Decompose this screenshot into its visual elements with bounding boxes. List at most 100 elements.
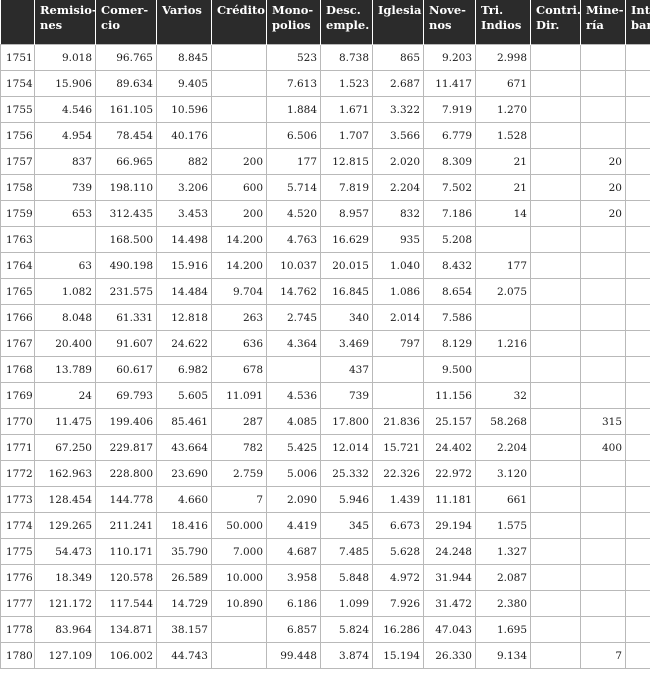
value-cell: 16.286 bbox=[372, 616, 424, 643]
table-row: 1759 653 312.435 3.453 200 4.520 8.957 832 7.186… bbox=[0, 200, 650, 227]
value-cell: 3.120 bbox=[475, 460, 531, 487]
value-cell: 4.536 bbox=[266, 382, 321, 409]
value-cell: 865 bbox=[372, 44, 424, 71]
table-row: 1764 63 490.198 15.916 14.200 10.037 20.015 1.0… bbox=[0, 252, 650, 279]
value-cell bbox=[625, 304, 650, 331]
table-row: 1767 20.400 91.607 24.622 636 4.364 3.469 797 8.… bbox=[0, 330, 650, 357]
value-cell: 1.327 bbox=[475, 538, 531, 565]
value-cell bbox=[580, 590, 626, 617]
value-cell: 1.884 bbox=[266, 96, 321, 123]
value-cell bbox=[530, 616, 581, 643]
value-cell: 2.075 bbox=[475, 278, 531, 305]
value-cell bbox=[475, 226, 531, 253]
value-cell: 229.817 bbox=[95, 434, 157, 461]
value-cell: 739 bbox=[34, 174, 96, 201]
table-row: 1757 837 66.965 882 200 177 12.815 2.020 8.309 21… bbox=[0, 148, 650, 175]
column-header: Contri. Dir. bbox=[530, 0, 581, 45]
value-cell bbox=[211, 122, 267, 149]
value-cell: 2.687 bbox=[372, 70, 424, 97]
value-cell bbox=[475, 356, 531, 383]
value-cell: 13.789 bbox=[34, 356, 96, 383]
value-cell: 177 bbox=[266, 148, 321, 175]
value-cell bbox=[530, 148, 581, 175]
value-cell: 21 bbox=[475, 148, 531, 175]
value-cell: 437 bbox=[320, 356, 373, 383]
value-cell bbox=[625, 96, 650, 123]
year-cell: 1777 bbox=[0, 590, 35, 617]
value-cell: 1.575 bbox=[475, 512, 531, 539]
value-cell: 162.963 bbox=[34, 460, 96, 487]
value-cell bbox=[530, 226, 581, 253]
table-row: 1765 1.082 231.575 14.484 9.704 14.762 16.845 1… bbox=[0, 278, 650, 305]
value-cell: 8.048 bbox=[34, 304, 96, 331]
value-cell: 3.453 bbox=[156, 200, 212, 227]
value-cell: 7 bbox=[580, 642, 626, 669]
value-cell bbox=[475, 304, 531, 331]
value-cell: 4.364 bbox=[266, 330, 321, 357]
value-cell: 78.454 bbox=[95, 122, 157, 149]
column-header: Mono- polios bbox=[266, 0, 321, 45]
value-cell: 15.906 bbox=[34, 70, 96, 97]
value-cell: 8.957 bbox=[320, 200, 373, 227]
table-row: 1751 9.018 96.765 8.845 523 8.738 865 9.203 2.99… bbox=[0, 44, 650, 71]
value-cell bbox=[530, 460, 581, 487]
value-cell: 12.818 bbox=[156, 304, 212, 331]
value-cell bbox=[211, 96, 267, 123]
value-cell: 117.544 bbox=[95, 590, 157, 617]
value-cell: 54.473 bbox=[34, 538, 96, 565]
value-cell: 1.086 bbox=[372, 278, 424, 305]
value-cell: 47.043 bbox=[423, 616, 476, 643]
value-cell bbox=[625, 538, 650, 565]
year-cell: 1757 bbox=[0, 148, 35, 175]
year-cell: 1756 bbox=[0, 122, 35, 149]
table-row: 1754 15.906 89.634 9.405 7.613 1.523 2.687 11.4… bbox=[0, 70, 650, 97]
value-cell bbox=[625, 174, 650, 201]
value-cell bbox=[625, 356, 650, 383]
table-row: 1773 128.454 144.778 4.660 7 2.090 5.946 1.439 1… bbox=[0, 486, 650, 513]
value-cell bbox=[580, 382, 626, 409]
value-cell: 15.721 bbox=[372, 434, 424, 461]
value-cell: 5.714 bbox=[266, 174, 321, 201]
value-cell: 231.575 bbox=[95, 278, 157, 305]
value-cell: 1.270 bbox=[475, 96, 531, 123]
year-cell: 1770 bbox=[0, 408, 35, 435]
table-row: 1755 4.546 161.105 10.596 1.884 1.671 3.322 7.9… bbox=[0, 96, 650, 123]
value-cell: 50.000 bbox=[211, 512, 267, 539]
value-cell: 24.248 bbox=[423, 538, 476, 565]
value-cell bbox=[530, 96, 581, 123]
value-cell: 9.405 bbox=[156, 70, 212, 97]
value-cell: 8.738 bbox=[320, 44, 373, 71]
value-cell: 24.402 bbox=[423, 434, 476, 461]
value-cell: 1.439 bbox=[372, 486, 424, 513]
value-cell: 3.874 bbox=[320, 642, 373, 669]
year-cell: 1764 bbox=[0, 252, 35, 279]
value-cell: 2.759 bbox=[211, 460, 267, 487]
value-cell: 678 bbox=[211, 356, 267, 383]
value-cell bbox=[625, 330, 650, 357]
value-cell bbox=[211, 616, 267, 643]
column-header: Desc. emple. bbox=[320, 0, 373, 45]
year-cell: 1780 bbox=[0, 642, 35, 669]
value-cell: 14.762 bbox=[266, 278, 321, 305]
value-cell: 4.763 bbox=[266, 226, 321, 253]
value-cell bbox=[625, 252, 650, 279]
value-cell: 1.082 bbox=[34, 278, 96, 305]
value-cell: 6.779 bbox=[423, 122, 476, 149]
value-cell bbox=[530, 122, 581, 149]
revenue-table: Remisio- nes Comer- cio Varios Crédito Mono-… bbox=[0, 0, 650, 669]
value-cell: 1.528 bbox=[475, 122, 531, 149]
table-row: 1771 67.250 229.817 43.664 782 5.425 12.014 15.… bbox=[0, 434, 650, 461]
value-cell bbox=[530, 434, 581, 461]
value-cell bbox=[530, 408, 581, 435]
value-cell: 120.578 bbox=[95, 564, 157, 591]
value-cell: 5.006 bbox=[266, 460, 321, 487]
year-cell: 1771 bbox=[0, 434, 35, 461]
value-cell: 14.498 bbox=[156, 226, 212, 253]
value-cell bbox=[530, 538, 581, 565]
value-cell: 782 bbox=[211, 434, 267, 461]
value-cell: 882 bbox=[156, 148, 212, 175]
year-cell: 1763 bbox=[0, 226, 35, 253]
value-cell: 400 bbox=[580, 434, 626, 461]
value-cell: 837 bbox=[34, 148, 96, 175]
value-cell: 523 bbox=[266, 44, 321, 71]
